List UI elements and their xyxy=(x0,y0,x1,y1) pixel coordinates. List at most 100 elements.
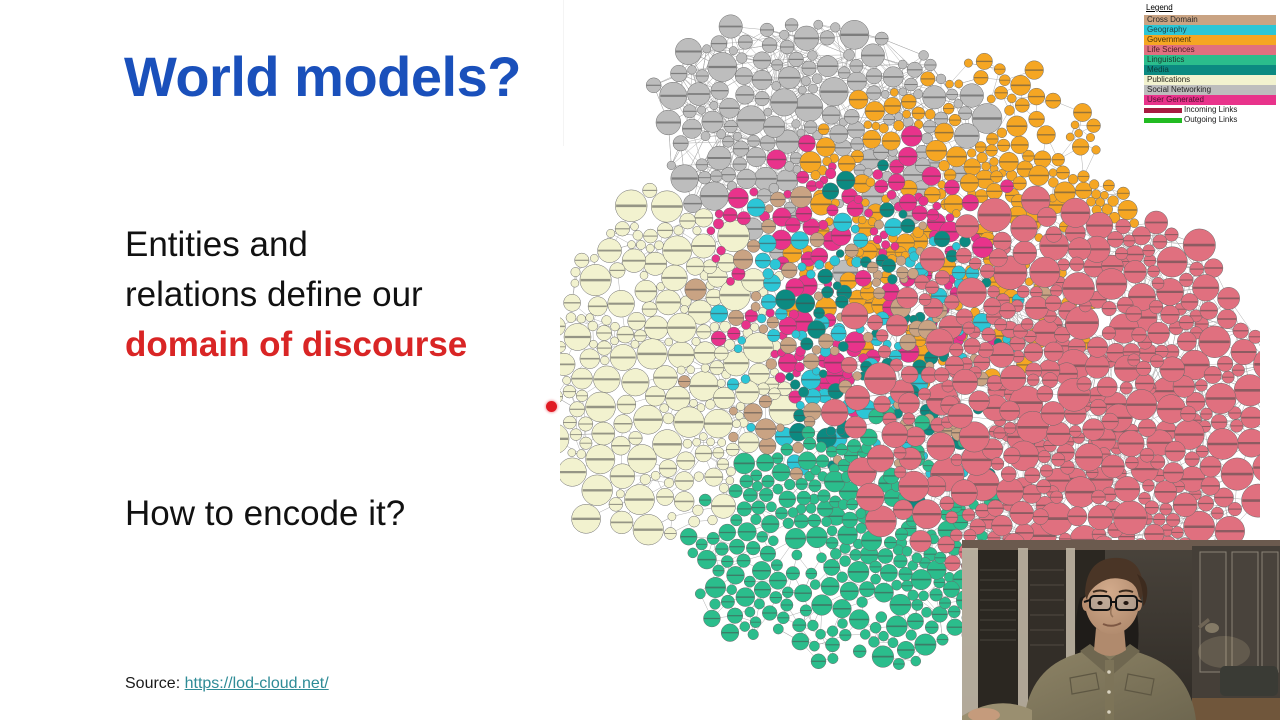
legend-link-outgoing-links: Outgoing Links xyxy=(1144,115,1276,125)
cloud-node xyxy=(630,222,639,231)
cloud-node xyxy=(697,105,707,115)
cloud-node xyxy=(886,189,897,200)
cloud-node xyxy=(700,363,710,373)
cloud-node xyxy=(1091,145,1101,155)
cloud-node xyxy=(1086,133,1095,142)
cloud-node xyxy=(870,573,881,585)
cloud-node xyxy=(862,331,874,343)
cloud-node xyxy=(836,571,848,583)
cloud-node xyxy=(764,204,774,213)
legend-item-label: Government xyxy=(1147,35,1192,44)
cloud-node xyxy=(766,501,777,513)
cloud-node xyxy=(732,131,742,141)
cloud-node xyxy=(897,59,908,70)
cloud-node xyxy=(587,320,598,332)
legend-link-incoming-links: Incoming Links xyxy=(1144,105,1276,115)
cloud-node xyxy=(981,161,991,171)
cloud-node xyxy=(740,374,751,384)
cloud-node xyxy=(878,123,889,134)
cloud-node xyxy=(728,46,738,56)
cloud-node xyxy=(705,399,716,410)
cloud-node xyxy=(805,503,817,514)
cloud-node xyxy=(830,22,841,33)
cloud-node xyxy=(673,225,684,236)
cloud-node xyxy=(667,512,677,521)
cloud-node xyxy=(871,277,881,287)
cloud-node xyxy=(728,431,739,443)
cloud-node xyxy=(725,476,735,485)
cloud-node xyxy=(911,552,923,564)
cloud-node xyxy=(798,85,807,95)
cloud-node xyxy=(726,584,737,595)
cloud-node xyxy=(869,621,882,634)
cloud-node xyxy=(859,629,871,640)
cloud-node xyxy=(570,267,581,278)
cloud-node xyxy=(832,281,842,291)
webcam-frame xyxy=(962,540,1280,720)
legend-item-label: Geography xyxy=(1147,25,1187,34)
cloud-node xyxy=(785,372,794,382)
cloud-node xyxy=(726,277,735,286)
cloud-node xyxy=(905,629,917,641)
cloud-node xyxy=(872,169,883,180)
cloud-node xyxy=(895,255,907,266)
cloud-node xyxy=(837,618,848,629)
cloud-node xyxy=(855,522,867,534)
cloud-node xyxy=(687,65,697,75)
cloud-node xyxy=(769,258,781,271)
cloud-node xyxy=(815,628,826,640)
source-link[interactable]: https://lod-cloud.net/ xyxy=(185,675,329,692)
cloud-node xyxy=(565,312,577,323)
cloud-node xyxy=(610,336,619,346)
legend-item-label: User Generated xyxy=(1147,95,1204,104)
cloud-node xyxy=(814,259,825,270)
cloud-node xyxy=(918,195,929,207)
cloud-node xyxy=(800,76,811,86)
legend-item-government: Government xyxy=(1144,35,1276,45)
cloud-node xyxy=(889,88,899,97)
cloud-node xyxy=(818,369,828,379)
cloud-node xyxy=(702,44,712,54)
cloud-node xyxy=(700,131,711,141)
legend-item-life-sciences: Life Sciences xyxy=(1144,45,1276,55)
legend-item-label: Media xyxy=(1147,65,1169,74)
cloud-node xyxy=(763,107,773,117)
cloud-node xyxy=(639,271,649,280)
body-line-2: relations define our xyxy=(125,275,423,314)
cloud-node xyxy=(570,278,580,288)
cloud-node xyxy=(843,49,855,61)
cloud-node xyxy=(650,470,661,481)
cloud-node xyxy=(632,230,643,241)
cloud-node xyxy=(792,441,804,454)
cloud-node xyxy=(664,337,674,347)
cloud-node xyxy=(606,228,616,238)
cloud-node xyxy=(666,160,676,170)
cloud-node xyxy=(836,426,845,436)
cloud-node xyxy=(996,127,1008,138)
cloud-node xyxy=(818,219,829,230)
cloud-node xyxy=(749,187,759,197)
cloud-node xyxy=(963,58,973,68)
cloud-node xyxy=(750,513,762,525)
cloud-node xyxy=(567,448,577,457)
presentation-slide: World models? Entities and relations def… xyxy=(0,0,1280,720)
cloud-node xyxy=(918,50,929,61)
cloud-node xyxy=(680,305,689,314)
cloud-node xyxy=(871,121,881,131)
cloud-node xyxy=(891,579,903,591)
cloud-node xyxy=(717,438,727,447)
cloud-node xyxy=(750,291,762,302)
cloud-node xyxy=(709,322,720,332)
cloud-node xyxy=(839,555,851,567)
question-text: How to encode it? xyxy=(125,494,406,533)
presenter-webcam[interactable] xyxy=(962,540,1280,720)
legend-category-list: Cross Domain Geography Government Life Scie… xyxy=(1144,15,1276,105)
cloud-node xyxy=(815,441,827,453)
cloud-node xyxy=(732,419,741,429)
cloud-node xyxy=(1089,179,1100,190)
cloud-node xyxy=(1048,168,1058,177)
cloud-node xyxy=(750,322,760,332)
cloud-node xyxy=(771,81,781,91)
cloud-node xyxy=(880,90,890,99)
legend-item-social-networking: Social Networking xyxy=(1144,85,1276,95)
